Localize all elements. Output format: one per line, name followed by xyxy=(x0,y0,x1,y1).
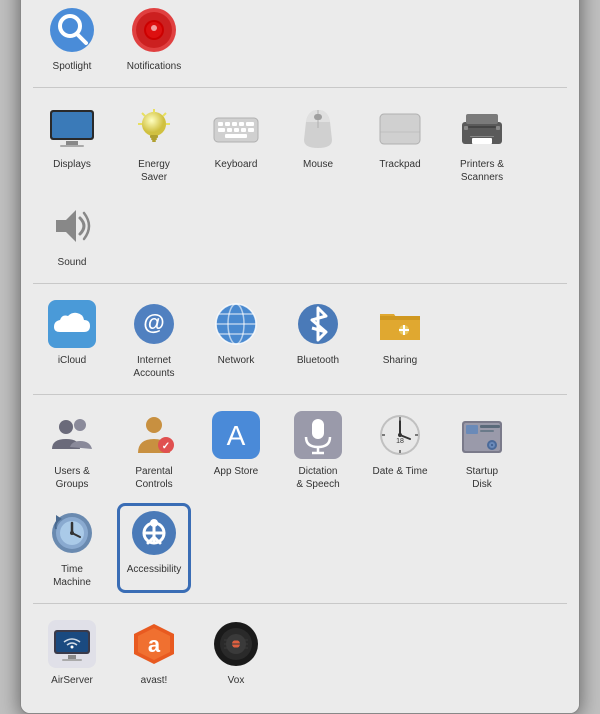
pref-item-startup[interactable]: StartupDisk xyxy=(443,403,521,497)
startup-disk-icon xyxy=(456,409,508,461)
dictation-icon xyxy=(292,409,344,461)
section-hardware: Displays xyxy=(33,88,567,284)
notifications-icon xyxy=(128,4,180,56)
trackpad-icon xyxy=(374,102,426,154)
displays-icon xyxy=(46,102,98,154)
datetime-icon: 18 xyxy=(374,409,426,461)
spotlight-label: Spotlight xyxy=(53,60,92,73)
keyboard-icon xyxy=(210,102,262,154)
mouse-label: Mouse xyxy=(303,158,333,171)
vox-label: Vox xyxy=(228,674,245,687)
parental-controls-icon: ✓ xyxy=(128,409,180,461)
pref-item-network[interactable]: Network xyxy=(197,292,275,386)
keyboard-label: Keyboard xyxy=(215,158,258,171)
section-system: Users &Groups ✓ ParentalControls xyxy=(33,395,567,604)
svg-text:@: @ xyxy=(143,310,164,335)
vox-icon xyxy=(210,618,262,670)
sharing-icon xyxy=(374,298,426,350)
airserver-icon xyxy=(46,618,98,670)
pref-item-vox[interactable]: Vox xyxy=(197,612,275,693)
internet-accounts-icon: @ xyxy=(128,298,180,350)
pref-item-appstore[interactable]: A App Store xyxy=(197,403,275,497)
dictation-label: Dictation& Speech xyxy=(296,465,339,491)
timemachine-label: TimeMachine xyxy=(53,563,91,589)
datetime-label: Date & Time xyxy=(372,465,427,478)
appstore-icon: A xyxy=(210,409,262,461)
pref-item-parental[interactable]: ✓ ParentalControls xyxy=(115,403,193,497)
preferences-content: File General xyxy=(21,0,579,713)
pref-item-mouse[interactable]: Mouse xyxy=(279,96,357,190)
pref-item-energy[interactable]: EnergySaver xyxy=(115,96,193,190)
accessibility-icon xyxy=(128,507,180,559)
network-label: Network xyxy=(218,354,255,367)
svg-text:18: 18 xyxy=(396,438,404,445)
users-label: Users &Groups xyxy=(54,465,90,491)
pref-item-datetime[interactable]: 18 Date & Time xyxy=(361,403,439,497)
parental-label: ParentalControls xyxy=(135,465,172,491)
pref-item-notifications[interactable]: Notifications xyxy=(115,0,193,79)
pref-item-spotlight[interactable]: Spotlight xyxy=(33,0,111,79)
time-machine-icon xyxy=(46,507,98,559)
pref-item-keyboard[interactable]: Keyboard xyxy=(197,96,275,190)
pref-item-dictation[interactable]: Dictation& Speech xyxy=(279,403,357,497)
users-icon xyxy=(46,409,98,461)
energy-icon xyxy=(128,102,180,154)
printers-icon xyxy=(456,102,508,154)
bluetooth-icon xyxy=(292,298,344,350)
pref-item-printers[interactable]: Printers &Scanners xyxy=(443,96,521,190)
avast-label: avast! xyxy=(141,674,168,687)
section-internet: iCloud @ InternetAccounts xyxy=(33,284,567,395)
pref-item-avast[interactable]: a avast! xyxy=(115,612,193,693)
airserver-label: AirServer xyxy=(51,674,93,687)
appstore-label: App Store xyxy=(214,465,258,478)
icloud-label: iCloud xyxy=(58,354,86,367)
section-personal: File General xyxy=(33,0,567,88)
pref-item-internet-accounts[interactable]: @ InternetAccounts xyxy=(115,292,193,386)
energy-label: EnergySaver xyxy=(138,158,170,184)
notifications-label: Notifications xyxy=(127,60,181,73)
svg-text:✓: ✓ xyxy=(162,441,170,452)
bluetooth-label: Bluetooth xyxy=(297,354,339,367)
accessibility-label: Accessibility xyxy=(127,563,181,576)
pref-item-timemachine[interactable]: TimeMachine xyxy=(33,501,111,595)
pref-item-icloud[interactable]: iCloud xyxy=(33,292,111,386)
startup-label: StartupDisk xyxy=(466,465,498,491)
printers-label: Printers &Scanners xyxy=(460,158,504,184)
displays-label: Displays xyxy=(53,158,91,171)
mouse-icon xyxy=(292,102,344,154)
internet-accounts-label: InternetAccounts xyxy=(133,354,174,380)
pref-item-sound[interactable]: Sound xyxy=(33,194,111,275)
pref-item-users[interactable]: Users &Groups xyxy=(33,403,111,497)
spotlight-icon xyxy=(46,4,98,56)
pref-item-accessibility[interactable]: Accessibility xyxy=(115,501,193,595)
avast-icon: a xyxy=(128,618,180,670)
icloud-icon xyxy=(46,298,98,350)
sound-label: Sound xyxy=(58,256,87,269)
sharing-label: Sharing xyxy=(383,354,417,367)
pref-item-displays[interactable]: Displays xyxy=(33,96,111,190)
trackpad-label: Trackpad xyxy=(379,158,420,171)
network-icon xyxy=(210,298,262,350)
system-preferences-window: ◀ ▶ Show All System Preferences 🔍 File xyxy=(20,0,580,714)
pref-item-airserver[interactable]: AirServer xyxy=(33,612,111,693)
section-other: AirServer a avast! xyxy=(33,604,567,701)
svg-text:a: a xyxy=(148,632,161,657)
pref-item-sharing[interactable]: Sharing xyxy=(361,292,439,386)
svg-text:A: A xyxy=(227,420,246,451)
sound-icon xyxy=(46,200,98,252)
pref-item-bluetooth[interactable]: Bluetooth xyxy=(279,292,357,386)
pref-item-trackpad[interactable]: Trackpad xyxy=(361,96,439,190)
